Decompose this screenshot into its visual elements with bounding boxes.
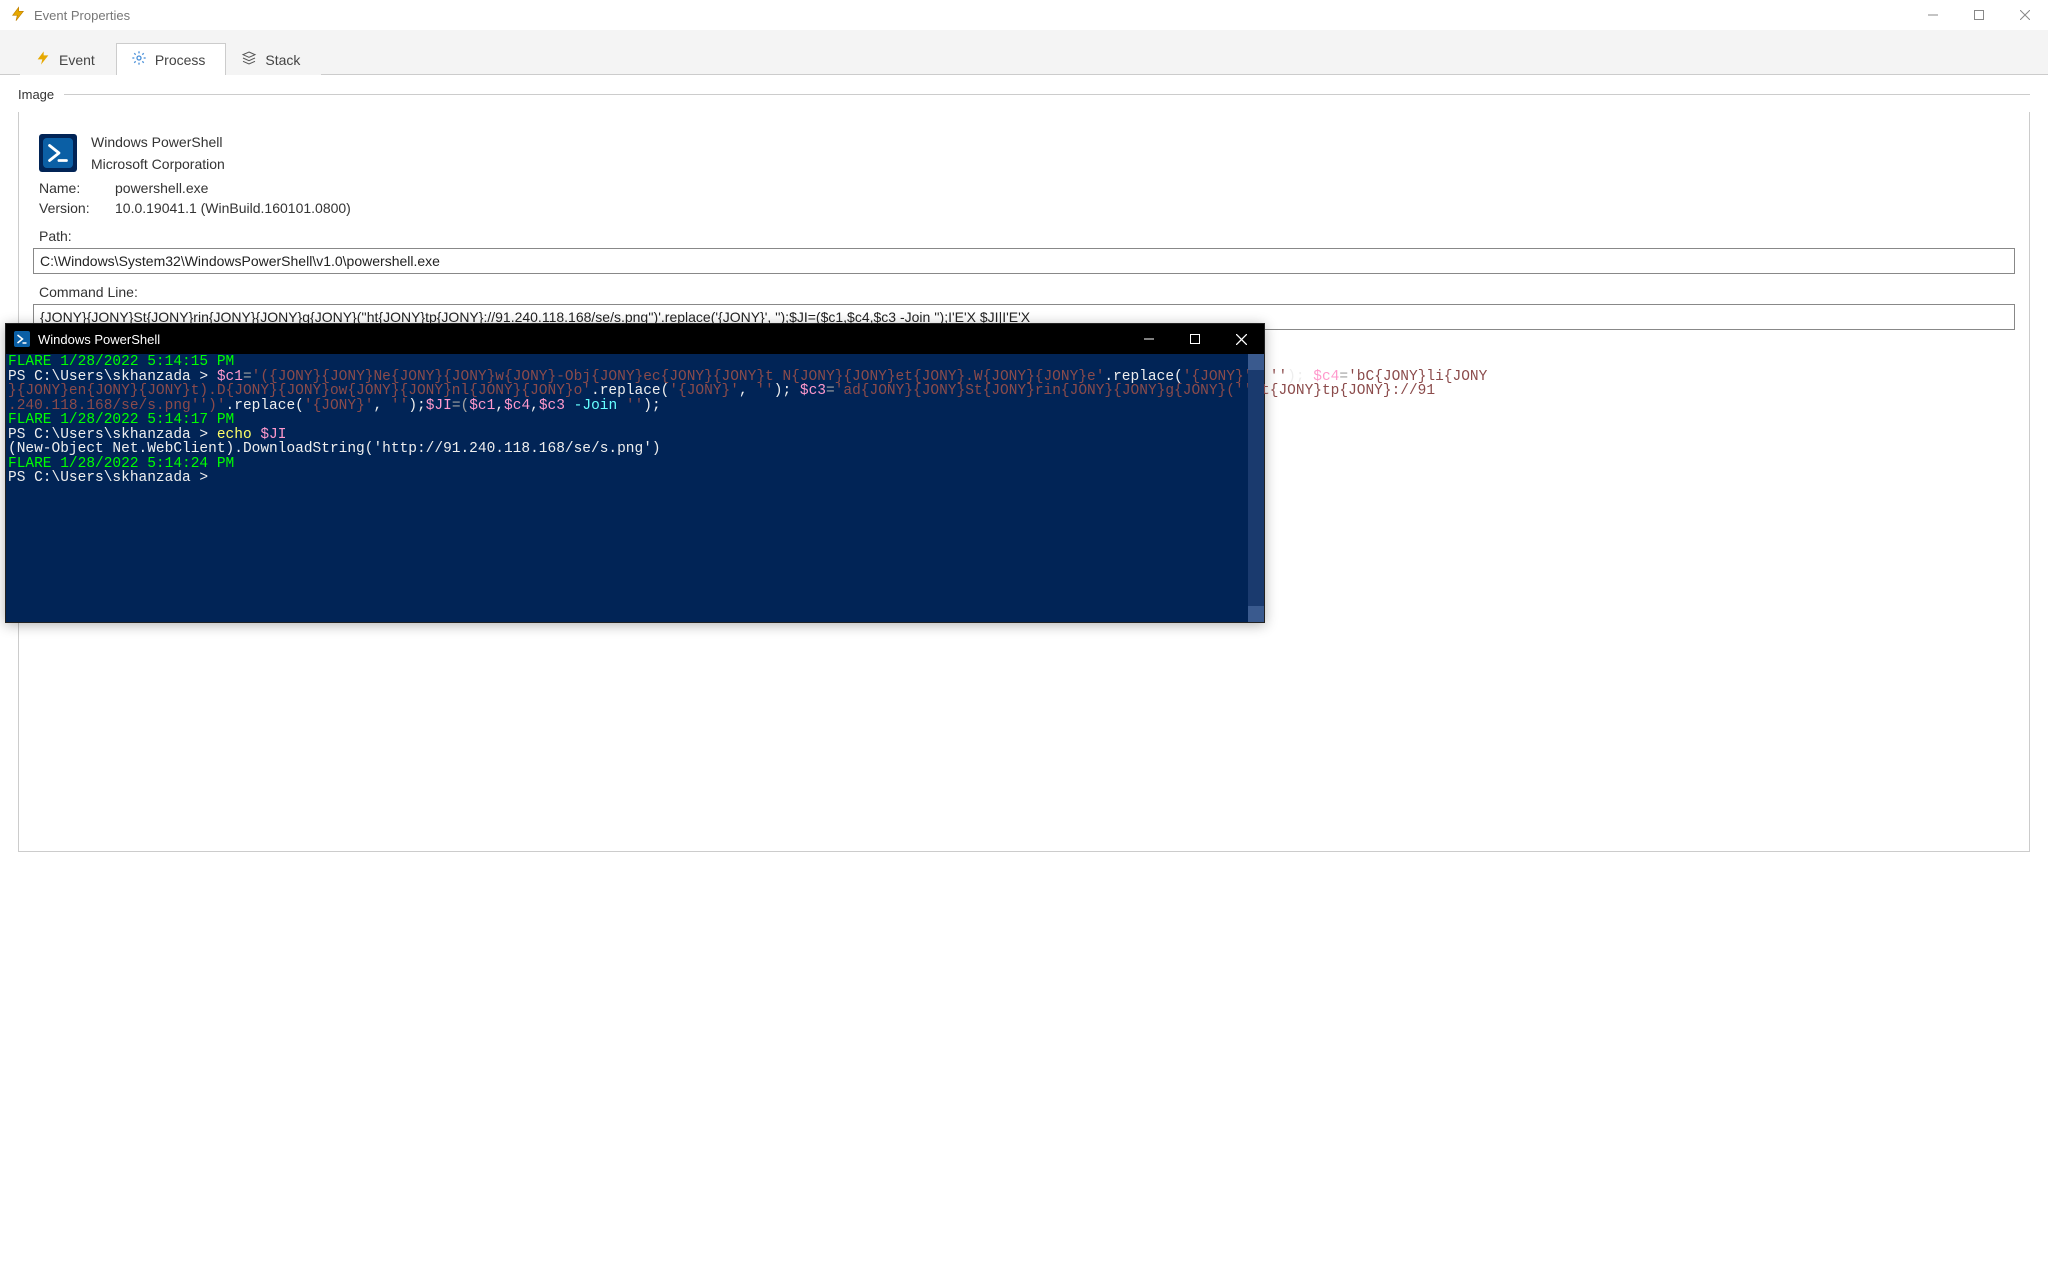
console-sep: ); <box>774 383 800 399</box>
console-op: = <box>826 383 835 399</box>
console-sep: ); <box>643 398 660 414</box>
path-input[interactable] <box>33 248 2015 274</box>
console-str: '{JONY}' <box>304 398 374 414</box>
window-title: Event Properties <box>34 8 130 23</box>
console-var: $c3 <box>800 383 826 399</box>
scroll-up-icon[interactable] <box>1248 354 1264 370</box>
process-title: Windows PowerShell <box>91 134 225 150</box>
name-label: Name: <box>39 180 101 196</box>
console-body[interactable]: FLARE 1/28/2022 5:14:15 PM PS C:\Users\s… <box>6 354 1264 622</box>
console-str: '' <box>626 398 643 414</box>
console-titlebar[interactable]: Windows PowerShell <box>6 324 1264 354</box>
console-str: '' <box>756 383 773 399</box>
console-sep: , <box>530 398 539 414</box>
console-sep: , <box>495 398 504 414</box>
console-maximize-button[interactable] <box>1172 324 1218 354</box>
tab-event[interactable]: Event <box>20 43 116 75</box>
bolt-icon <box>35 50 51 69</box>
console-str: 'ad{JONY}{JONY}St{JONY}rin{JONY}{JONY}g{… <box>835 383 1435 399</box>
console-kw: -Join <box>565 398 626 414</box>
maximize-button[interactable] <box>1956 0 2002 30</box>
tab-process-label: Process <box>155 52 206 68</box>
cmdline-label: Command Line: <box>33 274 2015 304</box>
gear-icon <box>131 50 147 69</box>
console-sep: , <box>739 383 756 399</box>
tab-process[interactable]: Process <box>116 43 227 75</box>
console-sep: , <box>374 398 391 414</box>
console-str: '' <box>391 398 408 414</box>
console-title: Windows PowerShell <box>38 332 160 347</box>
stack-icon <box>241 50 257 69</box>
console-var: $c1 <box>469 398 495 414</box>
console-call: .replace( <box>226 398 304 414</box>
console-op: =( <box>452 398 469 414</box>
scroll-down-icon[interactable] <box>1248 606 1264 622</box>
tab-stack[interactable]: Stack <box>226 43 321 75</box>
path-label: Path: <box>33 218 2015 248</box>
groupbox-divider <box>64 94 2030 95</box>
console-str: '{JONY}' <box>669 383 739 399</box>
powershell-icon <box>39 134 77 172</box>
powershell-title-icon <box>14 331 30 347</box>
name-value: powershell.exe <box>115 180 208 196</box>
console-prompt: PS C:\Users\skhanzada > <box>8 470 208 486</box>
window-titlebar: Event Properties <box>0 0 2048 30</box>
tab-event-label: Event <box>59 52 95 68</box>
app-icon <box>10 6 26 25</box>
console-var: $c4 <box>504 398 530 414</box>
tab-strip: Event Process Stack <box>0 30 2048 75</box>
console-var: $JI <box>426 398 452 414</box>
tab-stack-label: Stack <box>265 52 300 68</box>
powershell-window: Windows PowerShell FLARE 1/28/2022 5:14:… <box>5 323 1265 623</box>
groupbox-label: Image <box>18 87 60 102</box>
close-button[interactable] <box>2002 0 2048 30</box>
console-close-button[interactable] <box>1218 324 1264 354</box>
console-sep: ); <box>408 398 425 414</box>
version-value: 10.0.19041.1 (WinBuild.160101.0800) <box>115 200 351 216</box>
version-label: Version: <box>39 200 101 216</box>
console-var: $c3 <box>539 398 565 414</box>
console-minimize-button[interactable] <box>1126 324 1172 354</box>
process-company: Microsoft Corporation <box>91 156 225 172</box>
console-scrollbar[interactable] <box>1248 354 1264 622</box>
minimize-button[interactable] <box>1910 0 1956 30</box>
